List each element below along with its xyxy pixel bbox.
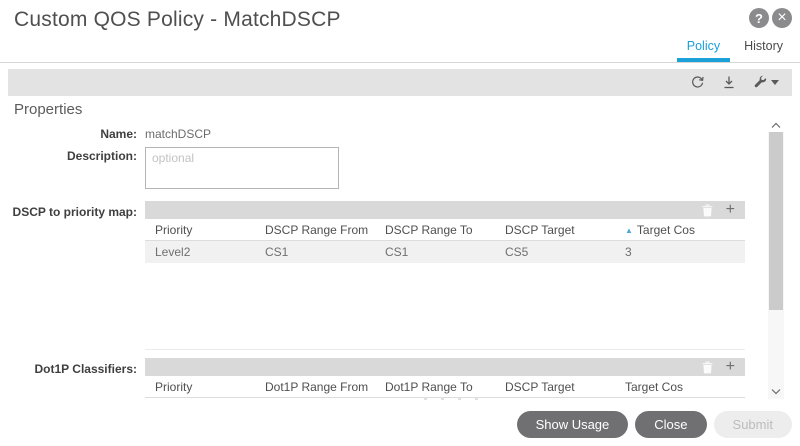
scrollbar-thumb[interactable]: [769, 132, 783, 310]
column-header-target-cos[interactable]: ▲ Target Cos: [615, 223, 745, 237]
download-icon[interactable]: [722, 75, 736, 90]
description-input[interactable]: [145, 147, 339, 189]
column-header-priority[interactable]: Priority: [145, 380, 255, 394]
dot1p-table-header: Priority Dot1P Range From Dot1P Range To…: [145, 376, 745, 398]
sort-ascending-icon: ▲: [625, 225, 633, 235]
scrollbar-track: [768, 132, 784, 399]
properties-heading: Properties: [14, 101, 83, 118]
name-value: matchDSCP: [145, 127, 212, 141]
scroll-up-icon[interactable]: [768, 118, 784, 132]
description-label: Description:: [66, 149, 137, 163]
custom-qos-policy-dialog: Custom QOS Policy - MatchDSCP ? × Policy…: [0, 0, 800, 446]
column-header-priority[interactable]: Priority: [145, 223, 255, 237]
cell-priority: Level2: [155, 245, 191, 259]
column-header-dot1p-range-to[interactable]: Dot1P Range To: [375, 380, 495, 394]
tab-history[interactable]: History: [732, 33, 795, 62]
table-row[interactable]: Level2 CS1 CS1 CS5 3: [145, 241, 745, 263]
page-title: Custom QOS Policy - MatchDSCP: [14, 8, 341, 31]
chevron-down-icon: [771, 80, 779, 85]
help-icon[interactable]: ?: [749, 8, 769, 28]
cell-dscp-range-to: CS1: [385, 245, 409, 259]
action-toolbar: [8, 69, 792, 96]
column-header-dot1p-range-from[interactable]: Dot1P Range From: [255, 380, 375, 394]
dscp-map-row: DSCP to priority map: + Priority DSCP Ra…: [0, 201, 800, 350]
header-icons: ? ×: [749, 8, 792, 28]
add-row-icon[interactable]: +: [726, 359, 735, 375]
cell-dscp-range-from: CS1: [265, 245, 289, 259]
column-header-dscp-target[interactable]: DSCP Target: [495, 223, 615, 237]
tab-policy[interactable]: Policy: [675, 33, 732, 62]
trash-icon[interactable]: [702, 204, 713, 217]
close-button[interactable]: Close: [635, 410, 707, 438]
refresh-icon[interactable]: [690, 75, 705, 90]
dscp-table-header: Priority DSCP Range From DSCP Range To D…: [145, 219, 745, 241]
name-row: Name: matchDSCP: [0, 125, 800, 141]
column-header-dscp-range-to[interactable]: DSCP Range To: [375, 223, 495, 237]
column-header-dscp-range-from[interactable]: DSCP Range From: [255, 223, 375, 237]
dscp-table-empty-area: [145, 263, 745, 349]
dscp-priority-table: + Priority DSCP Range From DSCP Range To…: [145, 201, 745, 350]
properties-panel: Properties Name: matchDSCP Description: …: [0, 96, 800, 402]
trash-icon[interactable]: [702, 361, 713, 374]
column-header-dscp-target[interactable]: DSCP Target: [495, 380, 615, 394]
close-icon[interactable]: ×: [772, 8, 792, 28]
cell-target-cos: 3: [625, 245, 632, 259]
dot1p-classifiers-table: + Priority Dot1P Range From Dot1P Range …: [145, 358, 745, 398]
dot1p-table-toolbar: +: [145, 358, 745, 376]
pagination-cutoff: [424, 397, 490, 400]
dialog-footer: Show Usage Close Submit: [0, 402, 800, 446]
submit-button[interactable]: Submit: [713, 410, 792, 438]
add-row-icon[interactable]: +: [726, 202, 735, 218]
dscp-table-label: DSCP to priority map:: [12, 205, 137, 219]
column-header-target-cos-label: Target Cos: [636, 222, 695, 237]
vertical-scrollbar[interactable]: [768, 118, 784, 399]
cell-dscp-target: CS5: [505, 245, 529, 259]
column-header-target-cos[interactable]: Target Cos: [615, 380, 745, 394]
dscp-table-toolbar: +: [145, 201, 745, 219]
tools-menu-icon[interactable]: [753, 75, 779, 90]
dialog-header: Custom QOS Policy - MatchDSCP ? × Policy…: [0, 0, 800, 63]
description-row: Description:: [0, 147, 800, 189]
show-usage-button[interactable]: Show Usage: [516, 410, 629, 438]
scroll-down-icon[interactable]: [768, 385, 784, 397]
dot1p-table-label: Dot1P Classifiers:: [34, 362, 138, 376]
dot1p-row: Dot1P Classifiers: + Priority Dot1P Rang…: [0, 358, 800, 398]
name-label: Name:: [100, 127, 137, 141]
tab-bar: Policy History: [675, 33, 795, 62]
